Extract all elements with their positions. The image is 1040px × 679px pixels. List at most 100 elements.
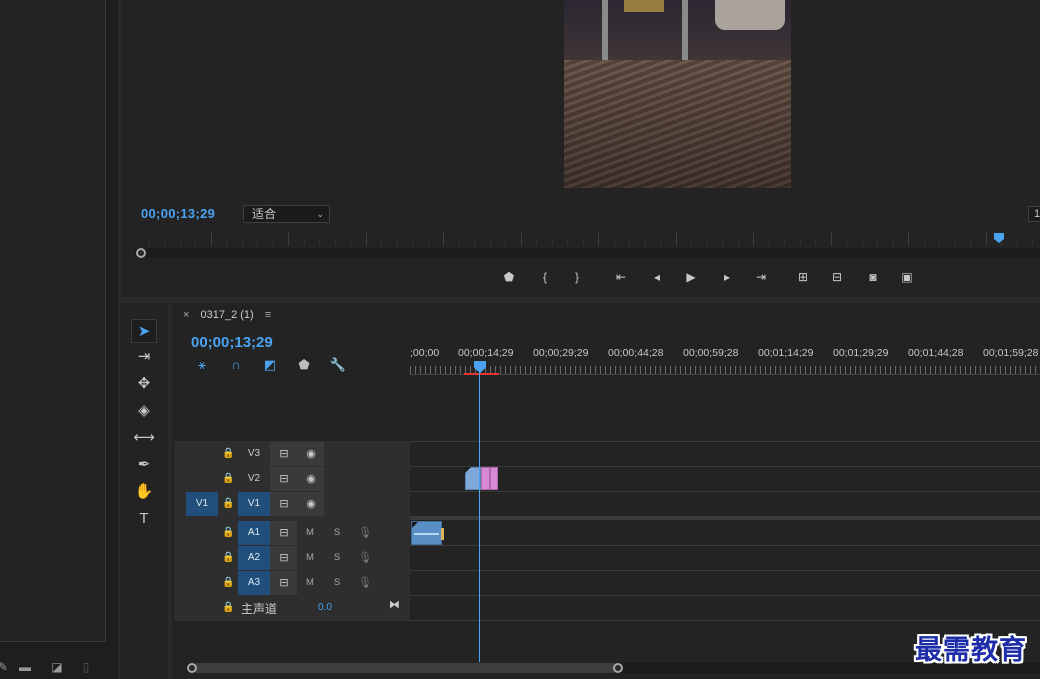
- nest-icon[interactable]: ⚹: [193, 357, 211, 373]
- chevron-down-icon: ⌄: [316, 209, 324, 219]
- ruler-ticks: [410, 366, 1040, 374]
- wrench-icon[interactable]: 🔧: [329, 357, 347, 373]
- sync-lock-icon[interactable]: ⊟: [277, 447, 291, 461]
- track-target-v2[interactable]: V2: [238, 467, 270, 491]
- track-target-a3[interactable]: A3: [238, 571, 270, 595]
- solo-button[interactable]: S: [331, 551, 343, 565]
- ruler-label: 00;00;14;29: [458, 347, 514, 359]
- voiceover-mic-icon[interactable]: 🎙: [358, 551, 372, 565]
- video-clip[interactable]: [465, 467, 498, 490]
- master-volume-value[interactable]: 0.0: [318, 602, 332, 613]
- track-select-tool-icon[interactable]: ⇥: [131, 345, 157, 369]
- play-icon[interactable]: ▶: [682, 268, 700, 286]
- panel-menu-icon[interactable]: ≡: [265, 309, 271, 321]
- project-panel: ✎ ▬ ◪ ▯: [0, 0, 118, 679]
- mute-button[interactable]: M: [304, 551, 316, 565]
- track-target-a1[interactable]: A1: [238, 521, 270, 545]
- lock-icon[interactable]: 🔒: [222, 551, 234, 565]
- lift-icon[interactable]: ⊞: [794, 268, 812, 286]
- track-target-v3[interactable]: V3: [238, 442, 270, 466]
- lock-icon[interactable]: 🔒: [222, 497, 234, 511]
- master-track-label: 主声道: [241, 602, 278, 616]
- scroll-handle-left[interactable]: [136, 248, 146, 258]
- sync-lock-icon[interactable]: ⊟: [277, 526, 291, 540]
- audio-clip[interactable]: [411, 521, 444, 545]
- pen-icon[interactable]: ✎: [0, 660, 10, 674]
- hand-tool-icon[interactable]: ✋: [131, 480, 157, 504]
- mark-out-icon[interactable]: }: [568, 268, 586, 286]
- lock-icon[interactable]: 🔒: [222, 601, 234, 615]
- ruler-label: 00;00;44;28: [608, 347, 664, 359]
- timeline-zoom-scrollbar[interactable]: [186, 663, 1040, 673]
- playhead-timecode[interactable]: 00;00;13;29: [141, 206, 215, 221]
- solo-button[interactable]: S: [331, 576, 343, 590]
- mark-in-icon[interactable]: {: [536, 268, 554, 286]
- trash-icon[interactable]: ▯: [79, 660, 93, 674]
- sequence-tab[interactable]: × 0317_2 (1) ≡: [183, 309, 271, 321]
- sync-lock-icon[interactable]: ⊟: [277, 472, 291, 486]
- selection-tool-icon[interactable]: ➤: [131, 319, 157, 343]
- tools-panel: ➤ ⇥ ✥ ◈ ⟷ ✒ ✋ T: [120, 303, 168, 679]
- lock-icon[interactable]: 🔒: [222, 472, 234, 486]
- solo-button[interactable]: S: [331, 526, 343, 540]
- video-audio-divider[interactable]: [410, 516, 1040, 520]
- new-bin-icon[interactable]: ▬: [18, 660, 32, 674]
- ruler-label: 00;01;59;28: [983, 347, 1039, 359]
- ripple-edit-tool-icon[interactable]: ✥: [131, 372, 157, 396]
- track-target-a2[interactable]: A2: [238, 546, 270, 570]
- ruler-label: ;00;00: [410, 347, 440, 359]
- ruler-label: 00;00;29;29: [533, 347, 589, 359]
- source-patch-v1[interactable]: V1: [186, 492, 218, 516]
- ruler-label: 00;01;14;29: [758, 347, 814, 359]
- slip-tool-icon[interactable]: ⟷: [131, 426, 157, 450]
- go-to-in-icon[interactable]: ⇤: [612, 268, 630, 286]
- sync-lock-icon[interactable]: ⊟: [277, 576, 291, 590]
- mute-button[interactable]: M: [304, 526, 316, 540]
- video-preview: [564, 0, 791, 188]
- add-marker-icon[interactable]: ⬟: [295, 357, 313, 373]
- eye-icon[interactable]: ◉: [304, 497, 318, 511]
- project-bin-area[interactable]: [0, 0, 106, 642]
- track-target-v1[interactable]: V1: [238, 492, 270, 516]
- step-forward-icon[interactable]: ▸: [718, 268, 736, 286]
- linked-selection-icon[interactable]: ◩: [261, 357, 279, 373]
- go-to-end-icon[interactable]: ⧓: [389, 598, 400, 611]
- sequence-name: 0317_2 (1): [200, 309, 254, 321]
- pen-tool-icon[interactable]: ✒: [131, 453, 157, 477]
- go-to-out-icon[interactable]: ⇥: [752, 268, 770, 286]
- voiceover-mic-icon[interactable]: 🎙: [358, 576, 372, 590]
- comparison-view-icon[interactable]: ▣: [898, 268, 916, 286]
- type-tool-icon[interactable]: T: [131, 507, 157, 531]
- monitor-zoom-scrollbar[interactable]: [134, 248, 1040, 258]
- scroll-handle-left[interactable]: [187, 663, 197, 673]
- mute-button[interactable]: M: [304, 576, 316, 590]
- voiceover-mic-icon[interactable]: 🎙: [358, 526, 372, 540]
- zoom-fit-select[interactable]: 适合 ⌄: [243, 205, 330, 223]
- scroll-handle-right[interactable]: [613, 663, 623, 673]
- ruler-baseline: [410, 374, 1040, 375]
- step-back-icon[interactable]: ◂: [648, 268, 666, 286]
- ruler-label: 00;01;44;28: [908, 347, 964, 359]
- lock-icon[interactable]: 🔒: [222, 526, 234, 540]
- eye-icon[interactable]: ◉: [304, 447, 318, 461]
- ruler-label: 00;00;59;28: [683, 347, 739, 359]
- timeline-playhead-line[interactable]: [479, 372, 480, 662]
- timeline-timecode[interactable]: 00;00;13;29: [191, 334, 273, 351]
- close-icon[interactable]: ×: [183, 309, 189, 321]
- lock-icon[interactable]: 🔒: [222, 576, 234, 590]
- zoom-fit-value: 适合: [252, 207, 277, 221]
- new-item-icon[interactable]: ◪: [50, 660, 64, 674]
- render-bar: [464, 373, 499, 375]
- sync-lock-icon[interactable]: ⊟: [277, 551, 291, 565]
- razor-tool-icon[interactable]: ◈: [131, 399, 157, 423]
- marker-icon[interactable]: ⬟: [500, 268, 518, 286]
- sync-lock-icon[interactable]: ⊟: [277, 497, 291, 511]
- snap-magnet-icon[interactable]: ∩: [227, 357, 245, 373]
- resolution-select[interactable]: 1: [1028, 206, 1040, 222]
- eye-icon[interactable]: ◉: [304, 472, 318, 486]
- extract-icon[interactable]: ⊟: [828, 268, 846, 286]
- monitor-time-ruler[interactable]: [134, 232, 1040, 246]
- scroll-track[interactable]: [192, 663, 618, 673]
- export-frame-icon[interactable]: ◙: [864, 268, 882, 286]
- lock-icon[interactable]: 🔒: [222, 447, 234, 461]
